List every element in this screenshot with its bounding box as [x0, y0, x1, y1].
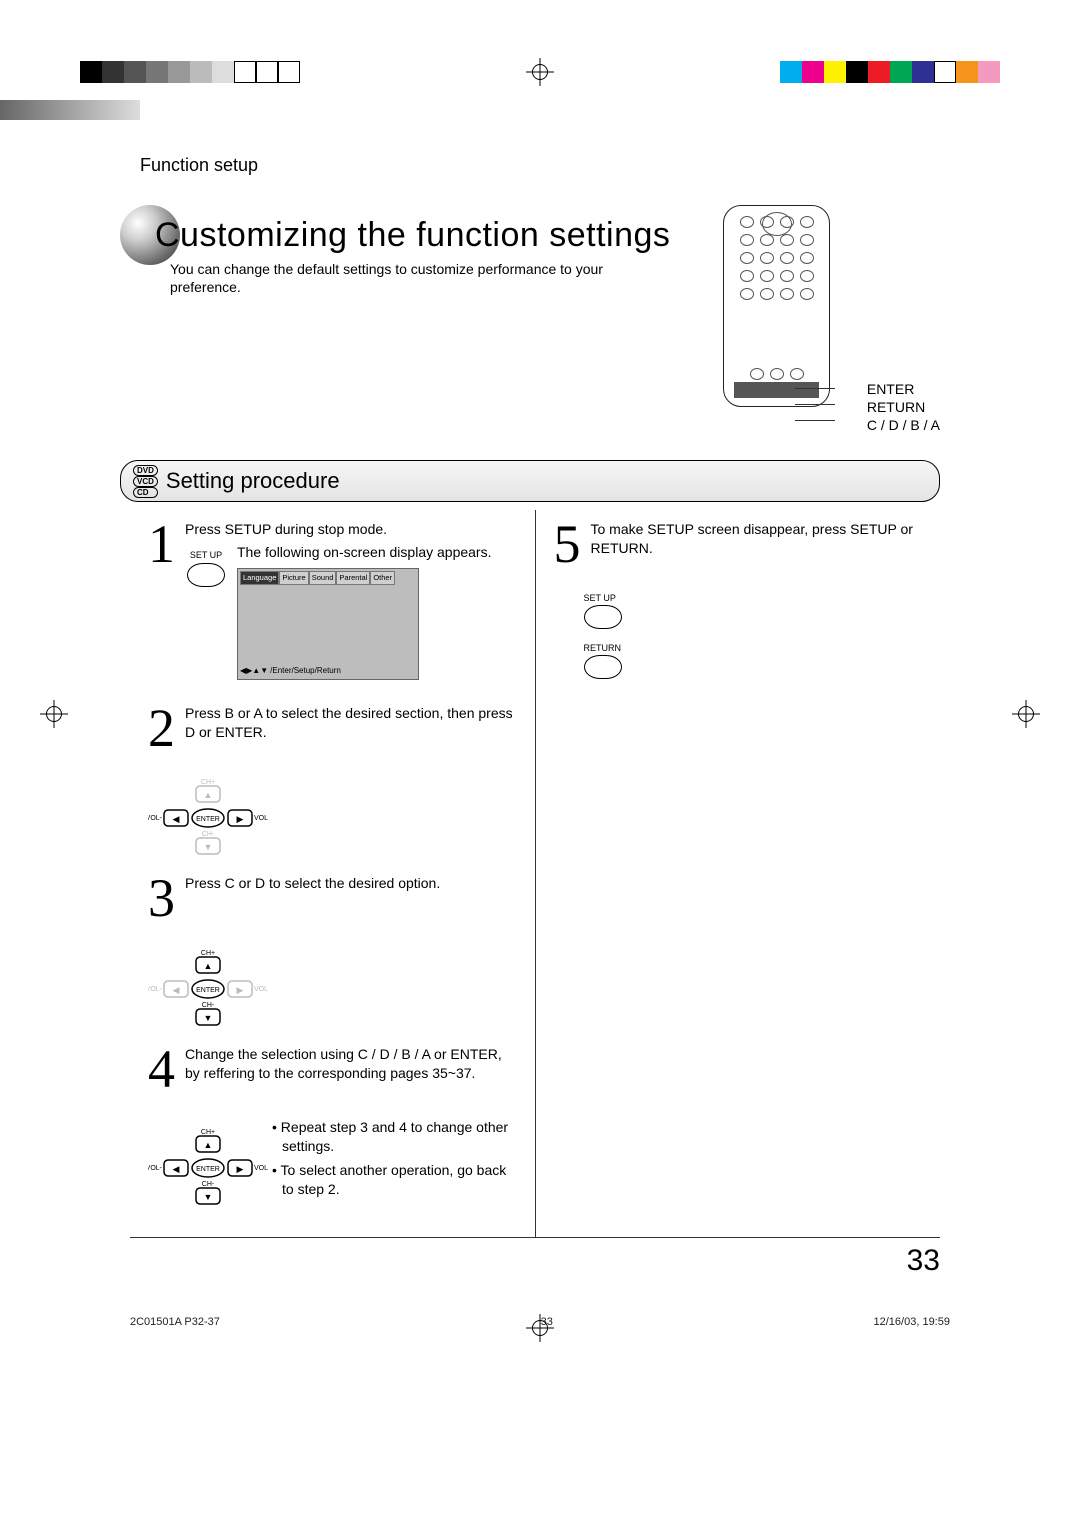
dpad-illustration: CH+ ▲ VOL- ◀ ENTER ▶ VOL+ CH- ▼	[148, 947, 268, 1037]
footer-timestamp: 12/16/03, 19:59	[874, 1316, 950, 1328]
svg-text:▼: ▼	[204, 1192, 213, 1202]
step-2-text: Press B or A to select the desired secti…	[185, 704, 517, 753]
step-5-text: To make SETUP screen disappear, press SE…	[591, 520, 923, 569]
svg-text:▲: ▲	[204, 790, 213, 800]
intro-text: You can change the default settings to c…	[170, 260, 620, 296]
step-1: 1 Press SETUP during stop mode. SET UP T…	[148, 520, 517, 680]
setup-button-label: SET UP	[584, 593, 923, 603]
svg-text:ENTER: ENTER	[196, 1166, 220, 1173]
osd-screenshot: Language Picture Sound Parental Other ◀▶…	[237, 568, 419, 680]
svg-text:▲: ▲	[204, 961, 213, 971]
setup-button-icon	[584, 605, 622, 629]
svg-text:▲: ▲	[204, 1140, 213, 1150]
step-1-text-b: The following on-screen display appears.	[237, 543, 517, 562]
leader-line	[795, 388, 835, 389]
svg-text:◀: ◀	[173, 985, 180, 995]
svg-text:CH-: CH-	[202, 1181, 215, 1188]
step-5: 5 To make SETUP screen disappear, press …	[554, 520, 923, 569]
svg-text:▶: ▶	[237, 814, 244, 824]
svg-text:ENTER: ENTER	[196, 816, 220, 823]
label-cdba: C / D / B / A	[867, 416, 940, 434]
svg-text:VOL-: VOL-	[148, 986, 163, 993]
section-header-bar: DVD VCD CD Setting procedure	[120, 460, 940, 502]
svg-text:CH-: CH-	[202, 831, 215, 838]
remote-illustration	[723, 205, 830, 407]
step-4-bullet: • To select another operation, go back t…	[272, 1161, 517, 1200]
svg-text:◀: ◀	[173, 814, 180, 824]
dpad-illustration: CH+ ▲ VOL- ◀ ENTER ▶ VOL+ CH- ▼	[148, 1126, 258, 1216]
page-number: 33	[907, 1244, 940, 1278]
step-1-text: Press SETUP during stop mode.	[185, 520, 517, 539]
return-button-icon	[584, 655, 622, 679]
svg-text:CH-: CH-	[202, 1002, 215, 1009]
crosshair-icon	[526, 1314, 554, 1342]
dpad-illustration: CH+ ▲ VOL- ◀ ENTER ▶ VOL+ CH- ▼	[148, 776, 268, 866]
step-3: 3 Press C or D to select the desired opt…	[148, 874, 517, 923]
svg-text:CH+: CH+	[201, 950, 215, 957]
label-enter: ENTER	[867, 380, 940, 398]
registration-bar	[80, 58, 1000, 86]
leader-line	[795, 420, 835, 421]
return-button-label: RETURN	[584, 643, 923, 653]
disc-type-badges: DVD VCD CD	[133, 465, 158, 498]
edge-gradient	[0, 100, 140, 120]
step-4-bullet: • Repeat step 3 and 4 to change other se…	[272, 1118, 517, 1157]
crosshair-icon	[40, 700, 68, 728]
footer-docid: 2C01501A P32-37	[130, 1316, 220, 1328]
label-return: RETURN	[867, 398, 940, 416]
svg-text:▶: ▶	[237, 1164, 244, 1174]
svg-text:▼: ▼	[204, 1013, 213, 1023]
svg-text:VOL+: VOL+	[254, 815, 268, 822]
svg-text:▶: ▶	[237, 985, 244, 995]
svg-text:CH+: CH+	[201, 1129, 215, 1136]
svg-text:ENTER: ENTER	[196, 987, 220, 994]
svg-text:▼: ▼	[204, 842, 213, 852]
leader-line	[795, 404, 835, 405]
section-title: Setting procedure	[166, 468, 340, 494]
remote-key-labels: ENTER RETURN C / D / B / A	[867, 380, 940, 435]
svg-text:VOL-: VOL-	[148, 1165, 163, 1172]
section-breadcrumb: Function setup	[140, 155, 258, 176]
svg-text:VOL-: VOL-	[148, 815, 163, 822]
setup-button-label: SET UP	[185, 549, 227, 561]
step-3-text: Press C or D to select the desired optio…	[185, 874, 517, 923]
crosshair-icon	[1012, 700, 1040, 728]
step-2: 2 Press B or A to select the desired sec…	[148, 704, 517, 753]
page-title: Customizing the function settings	[155, 216, 670, 255]
svg-text:VOL+: VOL+	[254, 986, 268, 993]
step-4-text: Change the selection using C / D / B / A…	[185, 1045, 517, 1094]
setup-button-icon	[187, 563, 225, 587]
step-4: 4 Change the selection using C / D / B /…	[148, 1045, 517, 1094]
svg-text:CH+: CH+	[201, 779, 215, 786]
svg-text:◀: ◀	[173, 1164, 180, 1174]
crosshair-icon	[526, 58, 554, 86]
svg-text:VOL+: VOL+	[254, 1165, 268, 1172]
